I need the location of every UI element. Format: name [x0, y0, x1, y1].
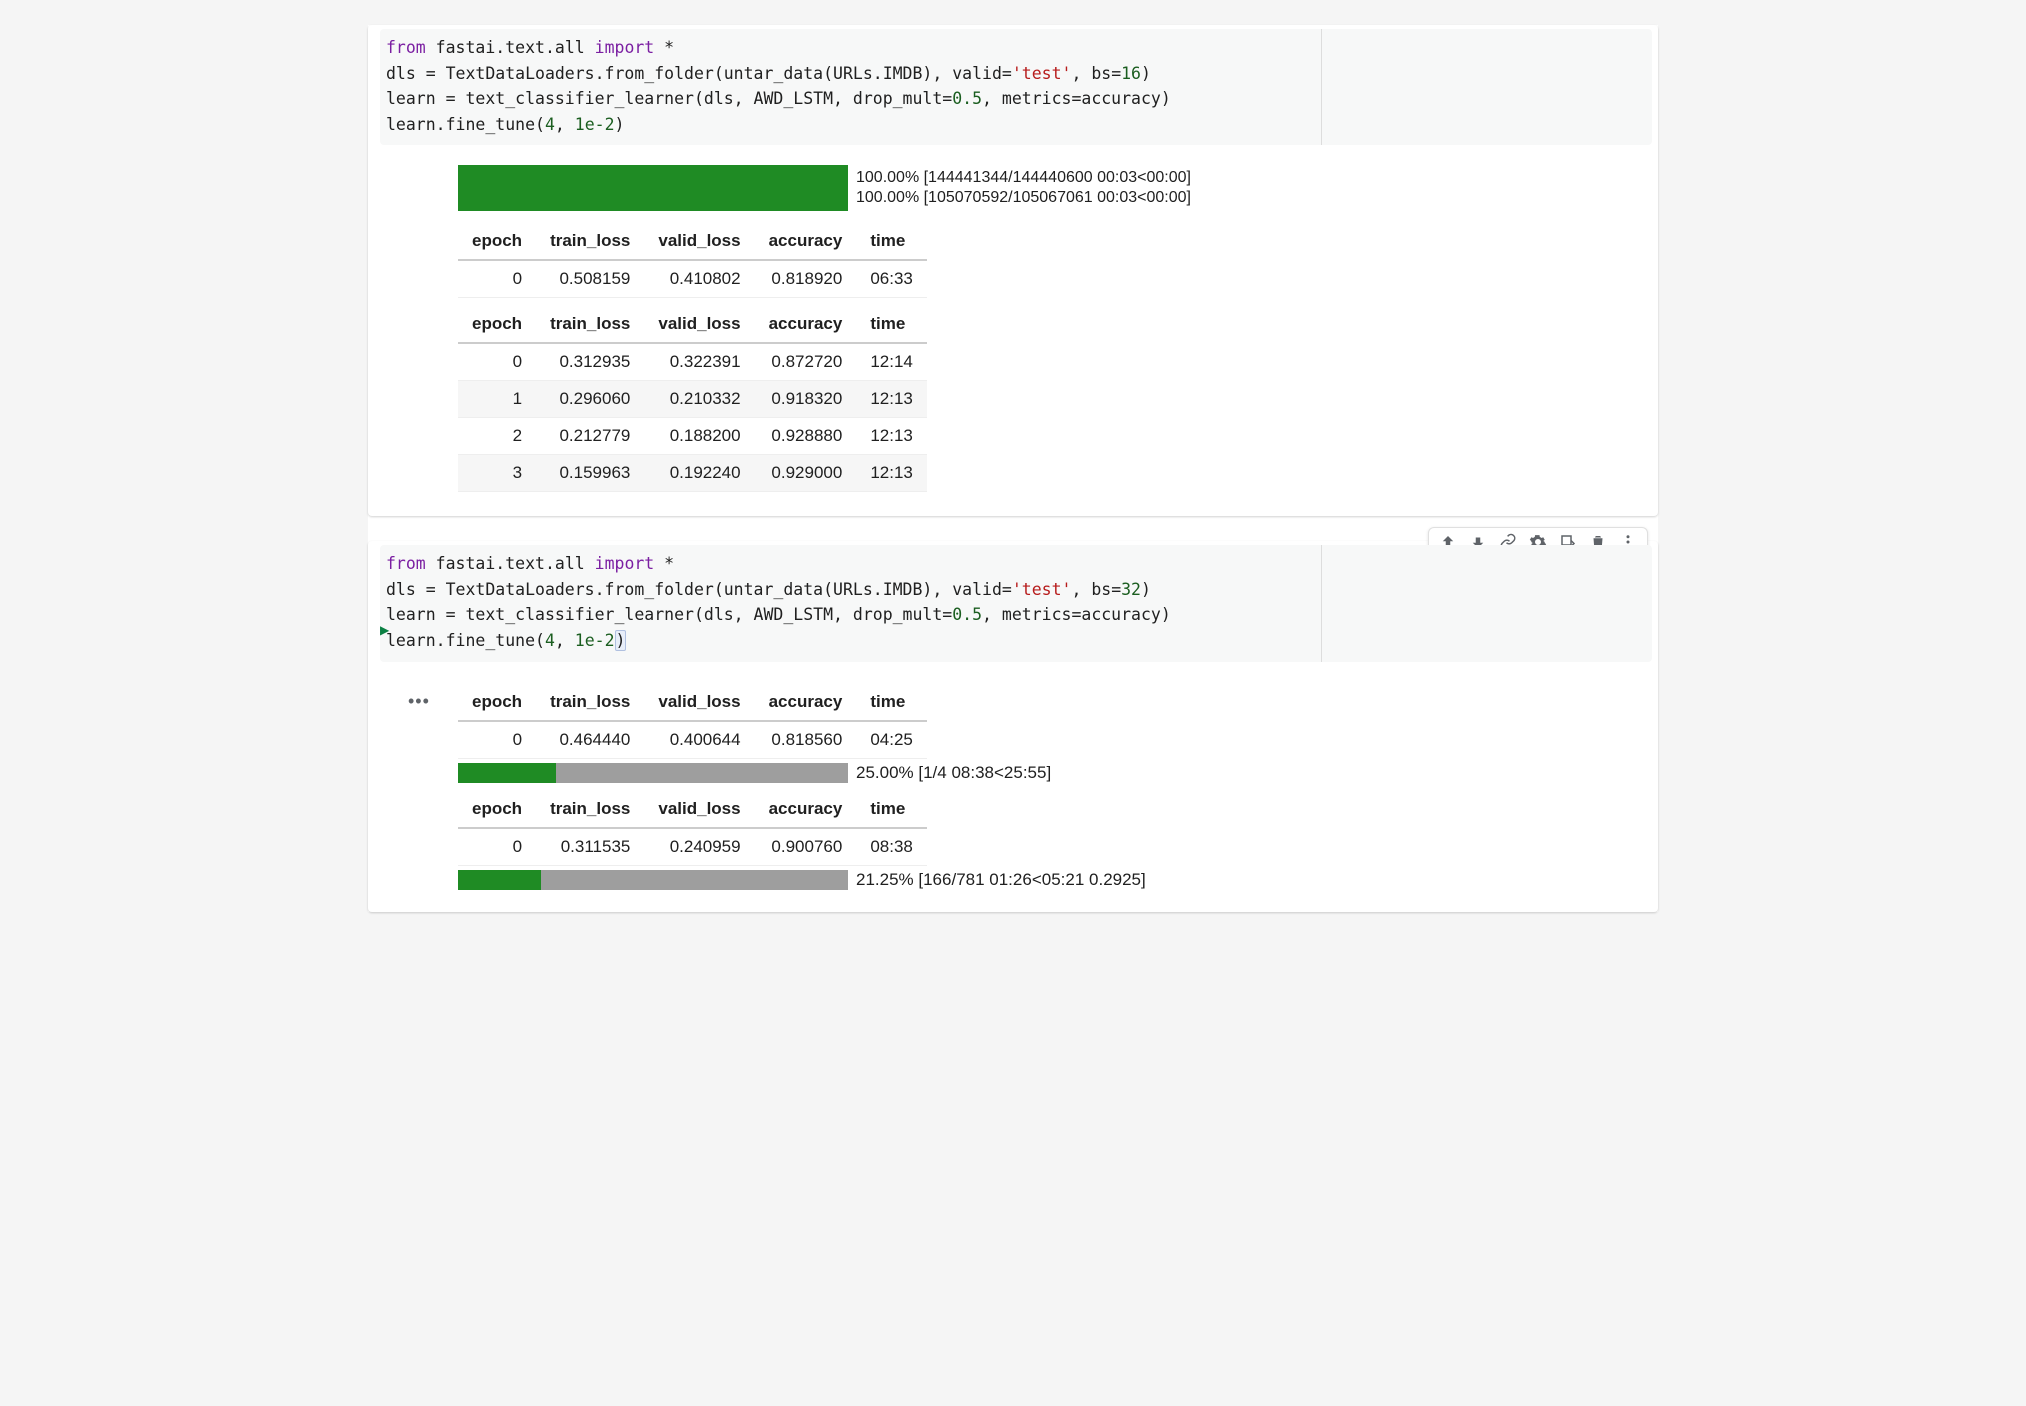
table-row: 10.2960600.2103320.91832012:13: [458, 381, 927, 418]
cursor-line-indicator-icon: ▶: [380, 623, 389, 637]
col-time: time: [856, 306, 927, 343]
col-train-loss: train_loss: [536, 306, 644, 343]
table-row: 0 0.508159 0.410802 0.818920 06:33: [458, 260, 927, 298]
table-row: 30.1599630.1922400.92900012:13: [458, 455, 927, 492]
output-menu-icon[interactable]: •••: [408, 691, 430, 712]
col-epoch: epoch: [458, 223, 536, 260]
code-ruler: [1321, 29, 1322, 145]
col-valid-loss: valid_loss: [644, 223, 754, 260]
cell1-download-progress: 100.00% [144441344/144440600 00:03<00:00…: [458, 165, 1648, 211]
col-valid-loss: valid_loss: [644, 306, 754, 343]
cell2-code[interactable]: from fastai.text.all import * dls = Text…: [386, 551, 1646, 653]
cell2-output: epochtrain_lossvalid_lossaccuracytime 00…: [368, 662, 1658, 912]
col-time: time: [856, 223, 927, 260]
cell1-phase1-table: epoch train_loss valid_loss accuracy tim…: [458, 223, 927, 298]
progress-label: 25.00% [1/4 08:38<25:55]: [856, 763, 1051, 783]
table-row: 00.3129350.3223910.87272012:14: [458, 343, 927, 381]
col-accuracy: accuracy: [755, 306, 857, 343]
code-cell-2: ▶ from fastai.text.all import * dls = Te…: [368, 541, 1658, 911]
cell1-code-editor[interactable]: from fastai.text.all import * dls = Text…: [380, 29, 1652, 145]
cell2-batch-progress: 21.25% [166/781 01:26<05:21 0.2925]: [458, 870, 1648, 890]
cell2-phase2-table: epochtrain_lossvalid_lossaccuracytime 00…: [458, 791, 927, 866]
table-row: 00.4644400.4006440.81856004:25: [458, 721, 927, 759]
code-ruler: [1321, 545, 1322, 661]
cell2-epoch-progress: 25.00% [1/4 08:38<25:55]: [458, 763, 1648, 783]
cell1-code[interactable]: from fastai.text.all import * dls = Text…: [386, 35, 1646, 137]
table-row: 20.2127790.1882000.92888012:13: [458, 418, 927, 455]
progress-label: 21.25% [166/781 01:26<05:21 0.2925]: [856, 870, 1146, 890]
col-epoch: epoch: [458, 306, 536, 343]
progress-label: 100.00% [105070592/105067061 00:03<00:00…: [856, 189, 1191, 207]
progress-label: 100.00% [144441344/144440600 00:03<00:00…: [856, 169, 1191, 187]
col-accuracy: accuracy: [755, 223, 857, 260]
cell2-phase1-table: epochtrain_lossvalid_lossaccuracytime 00…: [458, 684, 927, 759]
cell1-phase2-table: epoch train_loss valid_loss accuracy tim…: [458, 306, 927, 492]
code-cell-1: ✓ 1h [5] from fastai.text.all import * d…: [368, 25, 1658, 516]
col-train-loss: train_loss: [536, 223, 644, 260]
table-row: 00.3115350.2409590.90076008:38: [458, 828, 927, 866]
cell2-code-editor[interactable]: ▶ from fastai.text.all import * dls = Te…: [380, 545, 1652, 661]
cell1-output: 100.00% [144441344/144440600 00:03<00:00…: [368, 145, 1658, 516]
